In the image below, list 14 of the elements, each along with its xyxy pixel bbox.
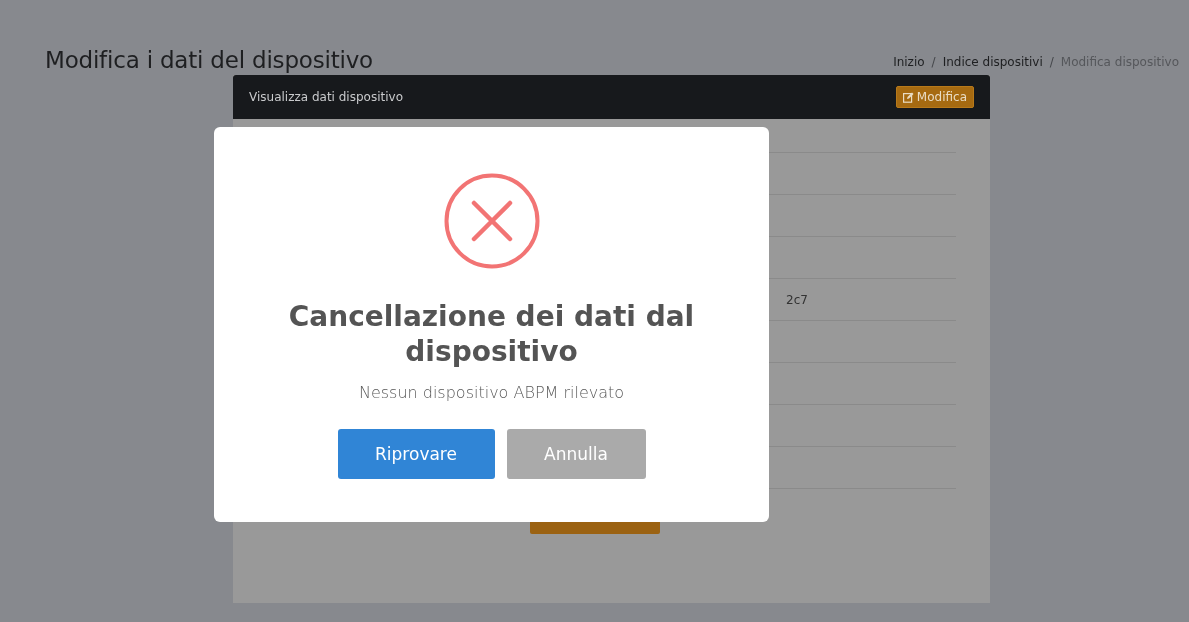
breadcrumb-link[interactable]: Indice dispositivi (942, 55, 1043, 69)
edit-button[interactable]: Modifica (895, 86, 974, 108)
breadcrumb-link[interactable]: Inizio (893, 55, 925, 69)
retry-button[interactable]: Riprovare (337, 429, 495, 479)
field-value: 2c7 (786, 292, 808, 307)
page-title: Modifica i dati del dispositivo (45, 46, 373, 75)
card-title: Visualizza dati dispositivo (249, 90, 403, 104)
breadcrumb-separator: / (1049, 55, 1054, 69)
dialog-message: Nessun dispositivo ABPM rilevato (358, 383, 625, 402)
dialog-title: Cancellazione dei dati dal dispositivo (287, 299, 696, 369)
cancel-button[interactable]: Annulla (506, 429, 646, 479)
edit-icon (902, 91, 914, 103)
error-icon (443, 173, 540, 269)
breadcrumb-separator: / (931, 55, 936, 69)
